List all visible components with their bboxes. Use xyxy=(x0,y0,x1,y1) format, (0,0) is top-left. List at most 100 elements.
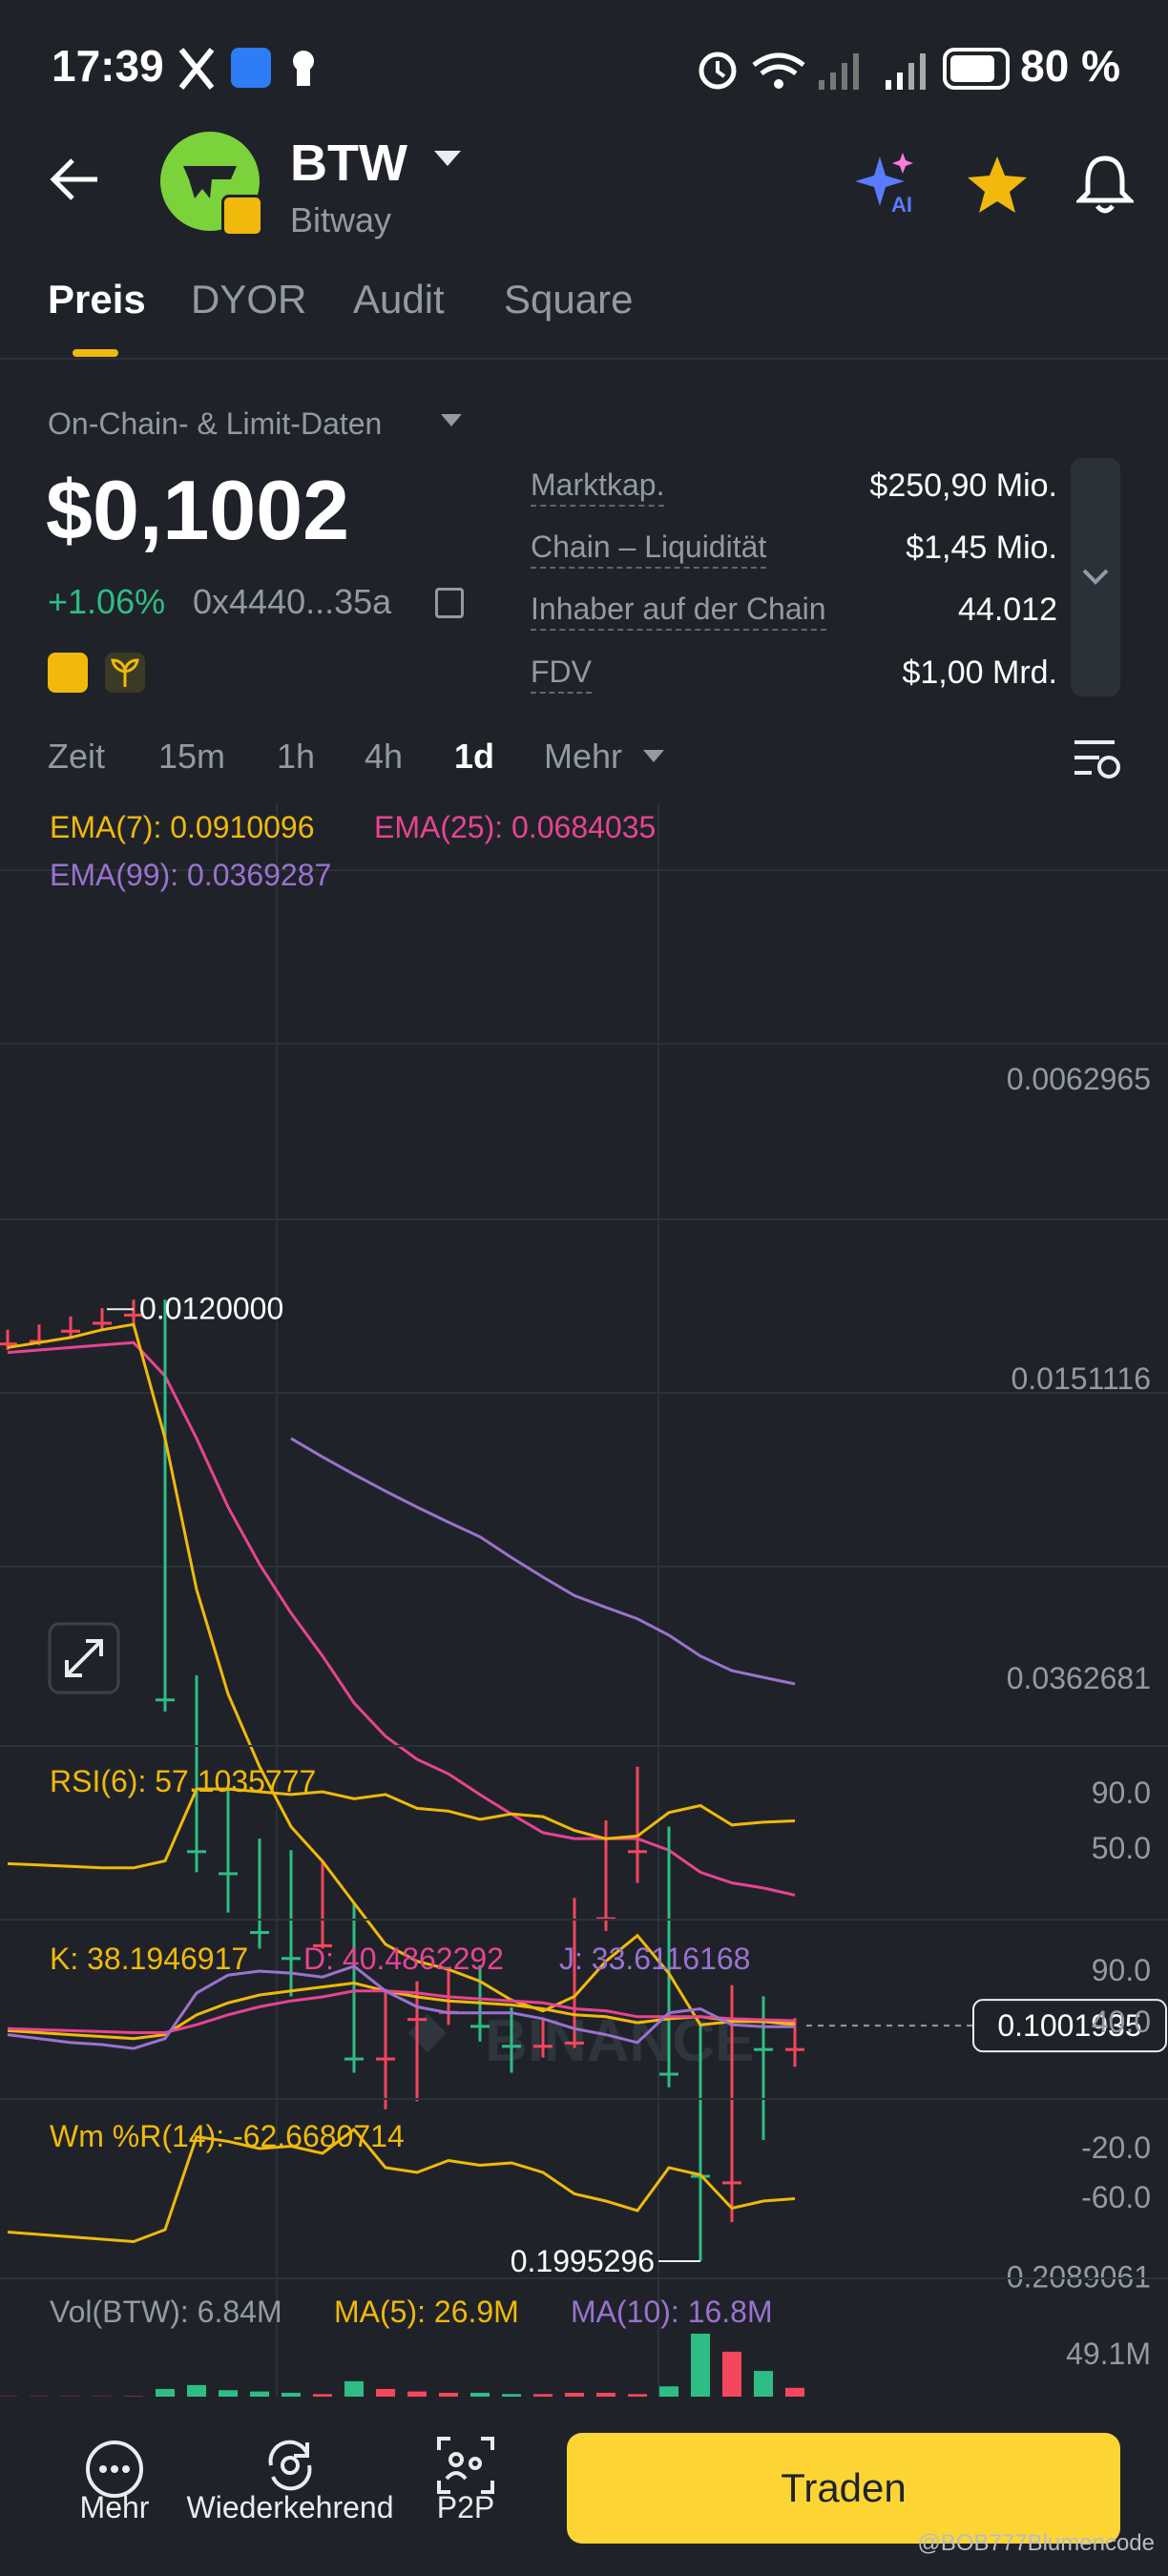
data-source-selector[interactable]: On-Chain- & Limit-Daten xyxy=(48,406,382,442)
volume-bars xyxy=(0,2334,804,2397)
price-tick: 0.0062965 xyxy=(1007,1062,1151,1096)
high-label: 0.1995296 xyxy=(511,2244,655,2278)
candle-body xyxy=(376,2057,395,2061)
volume-bar xyxy=(722,2351,741,2397)
timeframe-15m[interactable]: 15m xyxy=(158,737,225,777)
current-price: $0,1002 xyxy=(46,463,350,557)
nav-p2p[interactable]: P2P xyxy=(418,2490,513,2525)
copy-icon[interactable] xyxy=(435,588,464,618)
timeframe-zeit[interactable]: Zeit xyxy=(48,737,105,777)
token-name: Bitway xyxy=(290,200,392,239)
ai-label: AI xyxy=(891,193,912,214)
candle-body xyxy=(0,1342,17,1346)
candlestick-chart[interactable]: BINANCE 0.2089061 0.0362681 0.0151116 0.… xyxy=(0,803,1168,2397)
rsi-tick: 50.0 xyxy=(1092,1831,1151,1865)
ema25-label: EMA(25): 0.0684035 xyxy=(374,810,656,844)
low-label: 0.0120000 xyxy=(139,1291,283,1325)
kdj-k-label: K: 38.1946917 xyxy=(50,1942,248,1976)
status-notification-icons xyxy=(178,48,314,90)
volume-bar xyxy=(344,2380,364,2397)
timeframe-4h[interactable]: 4h xyxy=(365,737,403,777)
timeframe-mehr[interactable]: Mehr xyxy=(544,737,622,777)
battery-icon xyxy=(943,48,1010,90)
alarm-icon xyxy=(699,52,737,90)
ai-sparkle-icon[interactable]: AI xyxy=(855,153,922,214)
tab-square[interactable]: Square xyxy=(504,277,633,322)
kdj-j-label: J: 33.6116168 xyxy=(559,1942,750,1976)
ticker-dropdown-icon[interactable] xyxy=(434,151,461,166)
bnb-chain-chip-icon[interactable] xyxy=(48,653,88,693)
timeframe-1d[interactable]: 1d xyxy=(454,737,494,777)
bnb-chain-badge-icon xyxy=(221,195,263,237)
bell-icon[interactable] xyxy=(1076,153,1134,216)
vol-ma10-label: MA(10): 16.8M xyxy=(571,2295,773,2329)
token-ticker[interactable]: BTW xyxy=(290,134,407,193)
wifi-icon xyxy=(752,52,805,89)
fullscreen-button[interactable] xyxy=(48,1622,120,1694)
price-tick: 0.0362681 xyxy=(1007,1661,1151,1695)
signal-icon xyxy=(886,53,926,90)
volume-bar xyxy=(219,2390,238,2397)
active-tab-indicator xyxy=(73,349,118,357)
candle-body xyxy=(344,2057,364,2061)
tab-dyor[interactable]: DYOR xyxy=(191,277,306,322)
p2p-icon[interactable] xyxy=(435,2435,496,2496)
data-source-dropdown-icon[interactable] xyxy=(441,414,462,426)
volume-bar xyxy=(659,2386,678,2397)
candle-body xyxy=(785,2047,804,2051)
stat-label-liquidity[interactable]: Chain – Liquidität xyxy=(531,530,767,569)
chevron-down-icon xyxy=(1082,569,1109,585)
candle-body xyxy=(156,1698,175,1702)
tab-audit[interactable]: Audit xyxy=(353,277,445,322)
nav-wiederkehrend[interactable]: Wiederkehrend xyxy=(176,2490,405,2525)
back-arrow-icon[interactable] xyxy=(48,153,101,206)
contract-address[interactable]: 0x4440...35a xyxy=(193,582,391,622)
ema99-path xyxy=(290,1437,796,1686)
candle-body xyxy=(754,2047,773,2051)
candle-body xyxy=(470,2025,490,2028)
vol-label: Vol(BTW): 6.84M xyxy=(50,2295,282,2329)
candle-body xyxy=(219,1872,238,1876)
volume-bar xyxy=(754,2371,773,2397)
sprout-chip-icon[interactable] xyxy=(105,653,145,693)
candle-body xyxy=(93,1321,112,1325)
candle-body xyxy=(502,2045,521,2048)
volume-bar xyxy=(156,2388,175,2397)
app-notify-icon xyxy=(231,48,271,88)
kdj-tick: 90.0 xyxy=(1092,1953,1151,1987)
kdj-d-label: D: 40.4862292 xyxy=(303,1942,504,1976)
stat-label-market-cap[interactable]: Marktkap. xyxy=(531,467,665,507)
price-tick: 0.2089061 xyxy=(1007,2260,1151,2295)
candle-body xyxy=(61,1329,80,1333)
volume-bar xyxy=(691,2334,710,2397)
nav-mehr[interactable]: Mehr xyxy=(57,2490,172,2525)
candle-body xyxy=(533,2045,553,2048)
ema7-label: EMA(7): 0.0910096 xyxy=(50,810,315,844)
credit-text: @BOB777Blumencode xyxy=(917,2530,1155,2556)
vol-tick: 49.1M xyxy=(1066,2337,1151,2371)
candle-body xyxy=(250,1931,269,1935)
favorite-star-icon[interactable] xyxy=(966,155,1029,214)
candle-body xyxy=(628,1850,647,1854)
high-marker: 0.1995296 xyxy=(511,2244,700,2278)
timeframe-1h[interactable]: 1h xyxy=(277,737,315,777)
candle-body xyxy=(407,2018,427,2022)
wr-tick: -60.0 xyxy=(1081,2180,1151,2214)
battery-percent: 80 % xyxy=(1020,41,1120,91)
status-system-icons xyxy=(699,48,1010,90)
price-axis: 0.2089061 0.0362681 0.0151116 0.0062965 xyxy=(1007,1062,1151,2294)
stats-expand-button[interactable] xyxy=(1071,458,1120,696)
stat-label-fdv[interactable]: FDV xyxy=(531,654,592,694)
candle-body xyxy=(282,1957,301,1961)
stat-value-fdv: $1,00 Mrd. xyxy=(902,654,1057,691)
keyhole-icon xyxy=(293,51,314,86)
kdj-tick: 40.0 xyxy=(1092,2005,1151,2039)
trade-button[interactable]: Traden xyxy=(567,2433,1120,2544)
chart-settings-icon[interactable] xyxy=(1073,737,1122,784)
recurring-icon[interactable] xyxy=(260,2435,321,2496)
signal-off-icon xyxy=(819,53,859,90)
x-app-icon xyxy=(178,48,215,90)
tab-preis[interactable]: Preis xyxy=(48,277,146,322)
price-change: +1.06% xyxy=(48,582,166,621)
timeframe-more-dropdown-icon[interactable] xyxy=(643,750,664,762)
